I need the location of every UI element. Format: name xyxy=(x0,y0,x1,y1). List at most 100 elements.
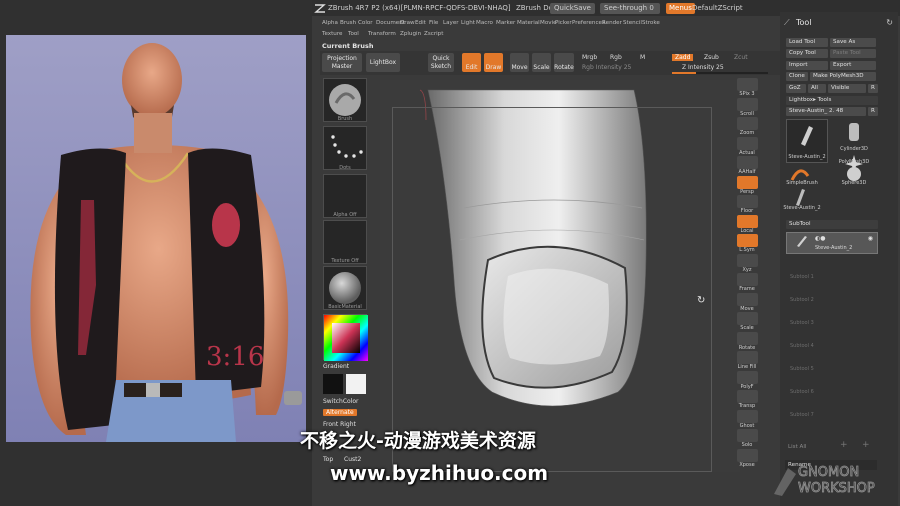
menus-button[interactable]: Menus xyxy=(666,3,695,14)
menu-item-zscript[interactable]: Zscript xyxy=(424,31,443,37)
zcut-toggle[interactable]: Zcut xyxy=(734,54,748,61)
menu-item-color[interactable]: Color xyxy=(358,20,373,26)
subtool-slot[interactable]: Subtool 5 xyxy=(790,366,886,372)
menu-item-marker[interactable]: Marker xyxy=(496,20,515,26)
subtool-slot[interactable]: Subtool 6 xyxy=(790,389,886,395)
tool-thumb-main[interactable]: Steve-Austin_2 xyxy=(786,119,828,163)
main-color-swatch[interactable] xyxy=(323,374,343,394)
menu-item-alpha[interactable]: Alpha xyxy=(322,20,338,26)
zsub-toggle[interactable]: Zsub xyxy=(704,54,719,61)
arrow-down-icon[interactable]: + xyxy=(862,440,870,450)
menu-item-layer[interactable]: Layer xyxy=(443,20,459,26)
projection-master-button[interactable]: Projection Master xyxy=(322,53,362,72)
z-intensity-slider[interactable]: Z Intensity 25 xyxy=(682,64,724,71)
right-shelf-button-aahalf[interactable] xyxy=(737,156,758,169)
m-toggle[interactable]: M xyxy=(640,54,645,61)
subtool-slot[interactable]: Subtool 2 xyxy=(790,297,886,303)
menu-item-tool[interactable]: Tool xyxy=(348,31,359,37)
right-shelf-button-rotate[interactable] xyxy=(737,331,758,345)
arrow-up-icon[interactable]: + xyxy=(840,440,848,450)
current-tool-slider[interactable]: Steve-Austin_ 2. 48 xyxy=(786,107,866,116)
right-shelf-button-xyz[interactable] xyxy=(737,253,758,267)
goz-visible-button[interactable]: Visible xyxy=(828,84,866,93)
edit-button[interactable]: Edit xyxy=(462,53,481,72)
subtool-visibility-icon[interactable]: ◉ xyxy=(868,235,873,242)
menu-item-light[interactable]: Light xyxy=(461,20,475,26)
cylinder-thumb[interactable] xyxy=(842,120,866,144)
goz-all-button[interactable]: All xyxy=(808,84,826,93)
right-shelf-button-spix-3[interactable] xyxy=(737,78,758,91)
switch-color-button[interactable]: SwitchColor xyxy=(323,398,359,405)
draw-button[interactable]: Draw xyxy=(484,53,503,72)
color-picker[interactable] xyxy=(323,314,368,361)
right-shelf-button-frame[interactable] xyxy=(737,273,758,286)
menu-item-macro[interactable]: Macro xyxy=(476,20,493,26)
load-tool-button[interactable]: Load Tool xyxy=(786,38,828,47)
move-button[interactable]: Move xyxy=(510,53,529,72)
subtool-slot[interactable]: Subtool 1 xyxy=(790,274,886,280)
stroke-swatch[interactable] xyxy=(323,126,367,170)
menu-item-zplugin[interactable]: Zplugin xyxy=(400,31,421,37)
rgb-toggle[interactable]: Rgb xyxy=(610,54,622,61)
quicksave-button[interactable]: QuickSave xyxy=(550,3,595,14)
right-shelf-button-line-fill[interactable] xyxy=(737,351,758,364)
right-shelf-button-persp[interactable] xyxy=(737,175,758,189)
alternate-button[interactable]: Alternate xyxy=(323,409,357,416)
right-shelf-button-move[interactable] xyxy=(737,292,758,306)
import-button[interactable]: Import xyxy=(786,61,828,70)
scale-button[interactable]: Scale xyxy=(532,53,551,72)
menu-item-material[interactable]: Material xyxy=(517,20,540,26)
right-shelf-button-ghost[interactable] xyxy=(737,409,758,423)
default-zscript-button[interactable]: DefaultZScript xyxy=(692,3,743,14)
secondary-color-swatch[interactable] xyxy=(346,374,366,394)
menu-item-transform[interactable]: Transform xyxy=(368,31,396,37)
right-shelf-button-scale[interactable] xyxy=(737,312,758,325)
export-button[interactable]: Export xyxy=(830,61,876,70)
lightbox-button[interactable]: LightBox xyxy=(366,53,400,72)
subtool-slot[interactable]: Subtool 7 xyxy=(790,412,886,418)
menu-item-file[interactable]: File xyxy=(429,20,438,26)
subtool-slot[interactable]: Subtool 3 xyxy=(790,320,886,326)
right-shelf-button-zoom[interactable] xyxy=(737,117,758,130)
subtool-active-item[interactable]: ◐● ◉ Steve-Austin_2 xyxy=(786,232,878,254)
menu-item-stroke[interactable]: Stroke xyxy=(642,20,660,26)
mrgb-toggle[interactable]: Mrgb xyxy=(582,54,597,61)
right-shelf-button-solo[interactable] xyxy=(737,429,758,442)
goz-button[interactable]: GoZ xyxy=(786,84,806,93)
refresh-icon[interactable]: ↻ xyxy=(886,18,893,27)
quick-sketch-button[interactable]: Quick Sketch xyxy=(428,53,454,72)
subtool-eye-icon[interactable]: ◐● xyxy=(815,235,825,242)
menu-item-edit[interactable]: Edit xyxy=(415,20,426,26)
menu-item-preferences[interactable]: Preferences xyxy=(572,20,605,26)
current-tool-r-button[interactable]: R xyxy=(868,107,878,116)
right-shelf-button-local[interactable] xyxy=(737,214,758,228)
rgb-intensity-slider[interactable]: Rgb Intensity 25 xyxy=(582,64,631,71)
right-shelf-button-l-sym[interactable] xyxy=(737,234,758,247)
menu-item-texture[interactable]: Texture xyxy=(322,31,342,37)
right-shelf-button-polyf[interactable] xyxy=(737,370,758,384)
subtool-header[interactable]: SubTool xyxy=(786,220,878,229)
rotate-button[interactable]: Rotate xyxy=(554,53,574,72)
menu-item-brush[interactable]: Brush xyxy=(340,20,356,26)
lightbox-tools-button[interactable]: Lightbox▸ Tools xyxy=(786,96,878,105)
right-shelf-button-floor[interactable] xyxy=(737,195,758,208)
goz-r-button[interactable]: R xyxy=(868,84,878,93)
menu-item-picker[interactable]: Picker xyxy=(555,20,572,26)
see-through-slider[interactable]: See-through 0 xyxy=(600,3,660,14)
paste-tool-button[interactable]: Paste Tool xyxy=(830,49,876,58)
list-all-button[interactable]: List All xyxy=(788,444,807,450)
copy-tool-button[interactable]: Copy Tool xyxy=(786,49,828,58)
clone-button[interactable]: Clone xyxy=(786,72,808,81)
menu-item-stencil[interactable]: Stencil xyxy=(623,20,642,26)
menu-item-draw[interactable]: Draw xyxy=(400,20,415,26)
right-shelf-button-xpose[interactable] xyxy=(737,448,758,462)
right-shelf-button-transp[interactable] xyxy=(737,390,758,403)
menu-item-render[interactable]: Render xyxy=(602,20,622,26)
zadd-toggle[interactable]: Zadd xyxy=(672,54,694,61)
right-shelf-button-actual[interactable] xyxy=(737,136,758,150)
right-shelf-button-scroll[interactable] xyxy=(737,97,758,111)
gradient-label[interactable]: Gradient xyxy=(323,363,349,370)
save-as-button[interactable]: Save As xyxy=(830,38,876,47)
subtool-slot[interactable]: Subtool 4 xyxy=(790,343,886,349)
make-polymesh-button[interactable]: Make PolyMesh3D xyxy=(810,72,876,81)
